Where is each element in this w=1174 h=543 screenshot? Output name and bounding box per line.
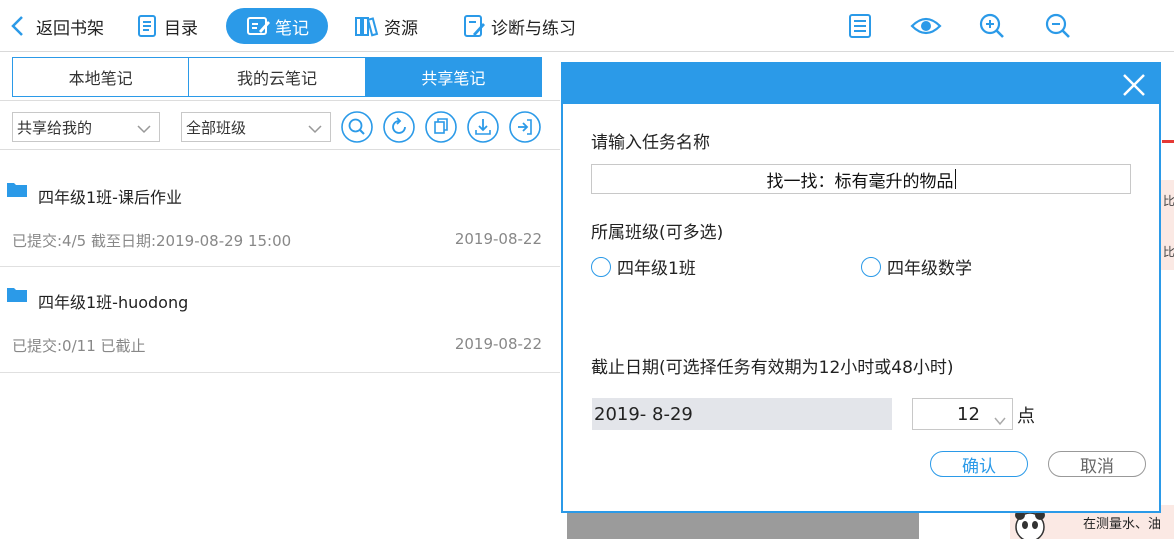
books-icon: [354, 13, 380, 39]
tab-cloud-notes[interactable]: 我的云笔记: [189, 58, 366, 96]
outline-icon[interactable]: [844, 10, 876, 42]
chevron-down-icon: [994, 410, 1006, 426]
create-task-dialog: 请输入任务名称 找一找：标有毫升的物品 所属班级(可多选) 四年级1班 四年级数…: [561, 62, 1161, 513]
note-date: 2019-08-22: [454, 335, 542, 353]
page-caption: 在测量水、油: [1083, 517, 1162, 532]
note-tabs: 本地笔记 我的云笔记 共享笔记: [12, 57, 542, 97]
hour-select[interactable]: 12: [912, 398, 1013, 430]
task-name-label: 请输入任务名称: [591, 133, 710, 153]
date-value: 2019- 8-29: [594, 403, 693, 425]
class-option-label: 四年级1班: [617, 259, 696, 279]
dialog-header: [563, 64, 1159, 104]
zoom-in-icon[interactable]: [976, 10, 1008, 42]
hour-unit: 点: [1017, 406, 1035, 427]
eye-icon[interactable]: [910, 10, 942, 42]
folder-icon: [7, 286, 27, 302]
class-option-1[interactable]: 四年级1班: [591, 254, 696, 279]
class-select-label: 所属班级(可多选): [591, 223, 724, 243]
resources-button[interactable]: 资源: [354, 8, 418, 44]
date-field[interactable]: 2019- 8-29: [592, 398, 892, 430]
chevron-down-icon: [308, 121, 322, 134]
toc-button[interactable]: 目录: [134, 8, 198, 44]
copy-icon[interactable]: [425, 111, 457, 143]
chevron-left-icon: [6, 13, 32, 39]
search-icon[interactable]: [341, 111, 373, 143]
note-title: 四年级1班-课后作业: [38, 188, 182, 207]
notes-button[interactable]: 笔记: [226, 8, 328, 44]
resources-label: 资源: [384, 18, 418, 39]
diagnose-label: 诊断与练习: [491, 18, 576, 39]
text-cursor: [954, 169, 956, 189]
toc-icon: [134, 13, 160, 39]
share-scope-select[interactable]: 共享给我的: [12, 112, 160, 142]
note-title: 四年级1班-huodong: [38, 293, 189, 312]
folder-icon: [7, 181, 27, 197]
page-marker-line: [1162, 140, 1174, 143]
note-date: 2019-08-22: [454, 230, 542, 248]
download-icon[interactable]: [467, 111, 499, 143]
notes-label: 笔记: [275, 18, 309, 39]
page-peek-text: 比: [1163, 194, 1174, 208]
cancel-button[interactable]: 取消: [1048, 451, 1146, 477]
top-toolbar: 返回书架 目录 笔记 资源 诊断与练习: [0, 0, 1174, 52]
tab-local-notes[interactable]: 本地笔记: [13, 58, 190, 96]
back-to-shelf-button[interactable]: 返回书架: [6, 8, 104, 44]
close-icon[interactable]: [1121, 72, 1147, 98]
task-name-value: 找一找：标有毫升的物品: [766, 171, 954, 192]
class-scope-value: 全部班级: [186, 118, 247, 137]
filter-bar: 共享给我的 全部班级: [0, 100, 560, 150]
radio-circle: [591, 256, 611, 277]
deadline-label: 截止日期(可选择任务有效期为12小时或48小时): [591, 358, 954, 378]
toc-label: 目录: [164, 18, 198, 39]
diagnose-practice-button[interactable]: 诊断与练习: [461, 8, 576, 44]
class-option-label: 四年级数学: [887, 259, 972, 279]
refresh-icon[interactable]: [383, 111, 415, 143]
chevron-down-icon: [137, 121, 151, 134]
page-peek-text: 比: [1163, 245, 1174, 259]
exercise-icon: [461, 13, 487, 39]
list-item[interactable]: 四年级1班-huodong 已提交:0/11 已截止 2019-08-22: [0, 267, 560, 373]
zoom-out-icon[interactable]: [1042, 10, 1074, 42]
hour-value: 12: [957, 403, 980, 425]
note-meta: 已提交:0/11 已截止: [12, 337, 146, 355]
exit-icon[interactable]: [509, 111, 541, 143]
list-item[interactable]: 四年级1班-课后作业 已提交:4/5 截至日期:2019-08-29 15:00…: [0, 150, 560, 267]
class-scope-select[interactable]: 全部班级: [181, 112, 331, 142]
tab-shared-notes[interactable]: 共享笔记: [365, 58, 541, 96]
confirm-button[interactable]: 确认: [930, 451, 1028, 477]
task-name-input[interactable]: 找一找：标有毫升的物品: [591, 164, 1131, 194]
share-scope-value: 共享给我的: [17, 118, 93, 137]
radio-circle: [861, 256, 881, 277]
note-meta: 已提交:4/5 截至日期:2019-08-29 15:00: [12, 232, 292, 250]
notes-icon: [245, 13, 271, 39]
back-label: 返回书架: [36, 18, 104, 39]
class-option-2[interactable]: 四年级数学: [861, 254, 972, 279]
